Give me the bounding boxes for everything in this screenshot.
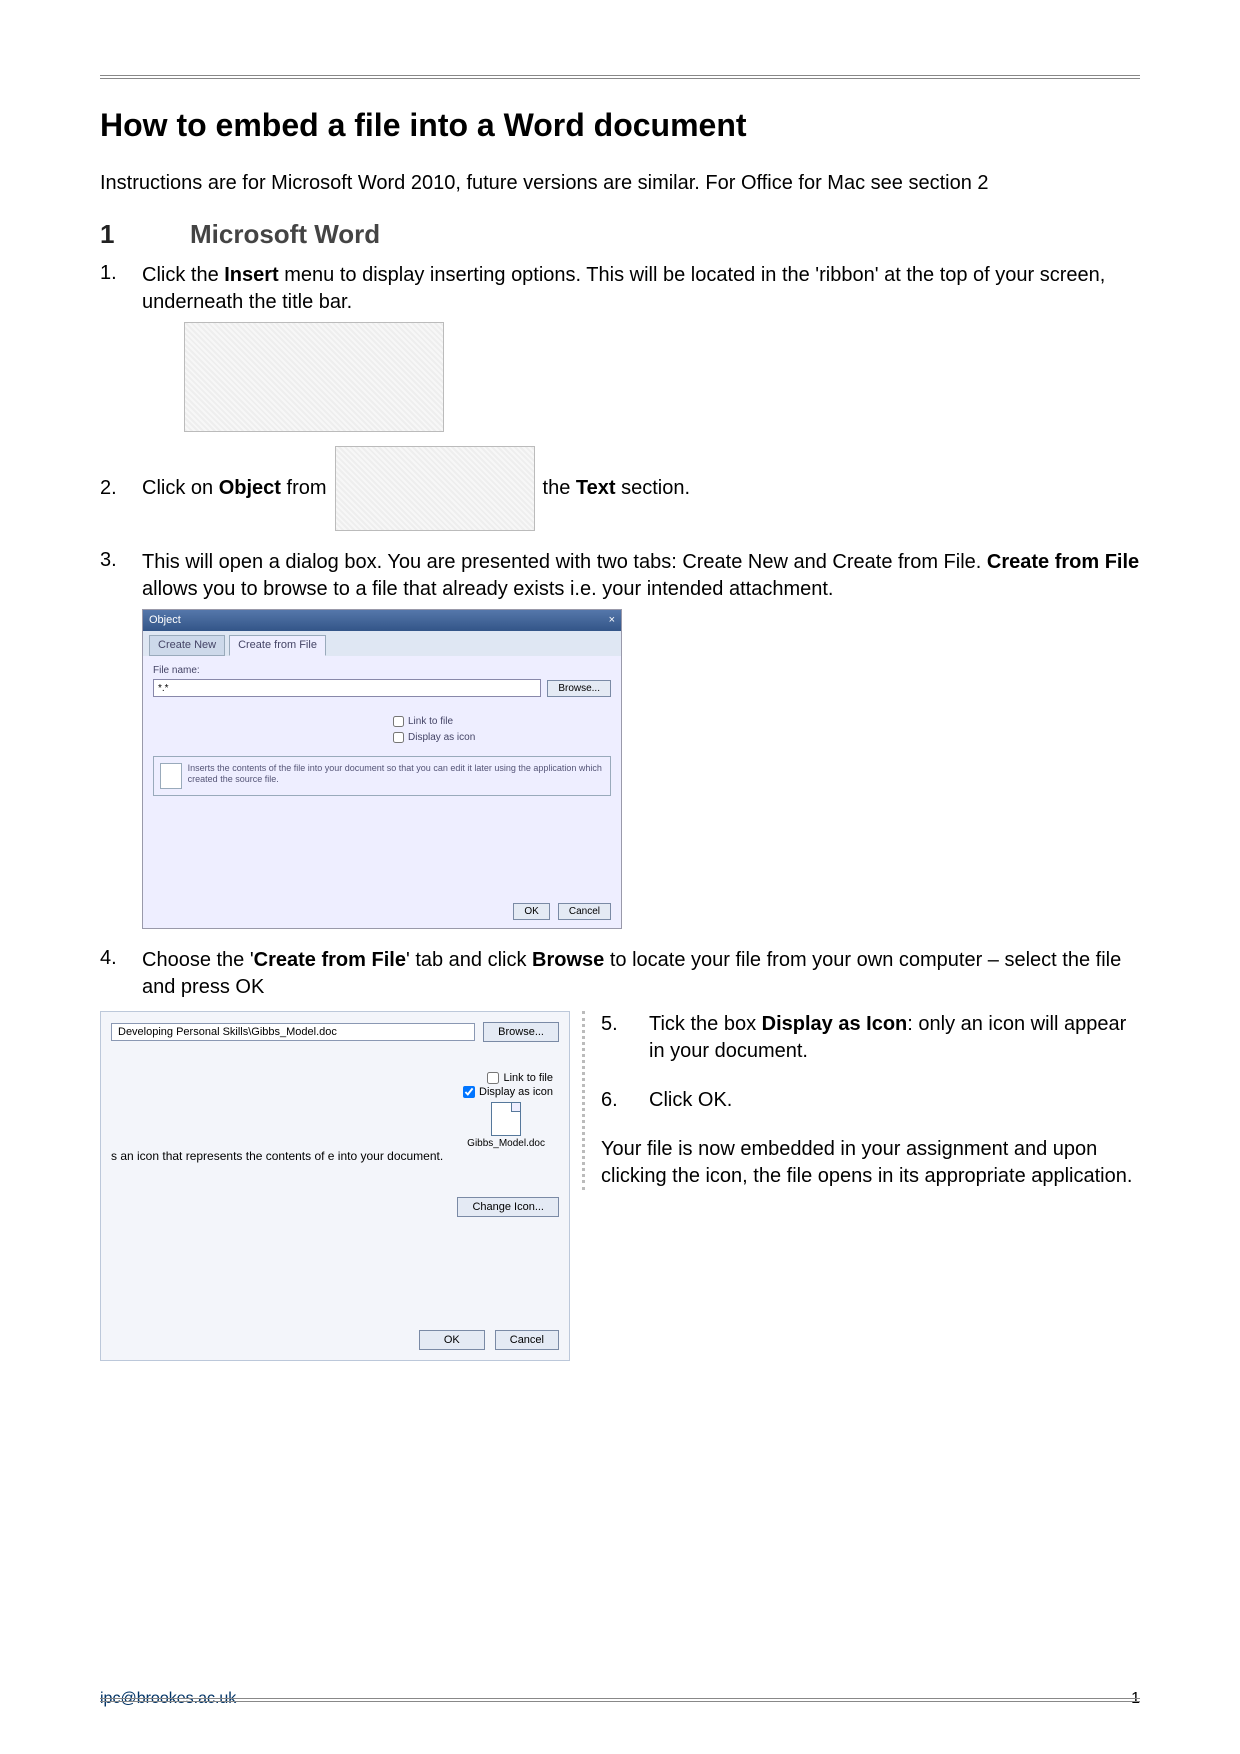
- step-4: 4. Choose the 'Create from File' tab and…: [100, 947, 1140, 1001]
- file-icon-preview: Gibbs_Model.doc: [467, 1102, 545, 1149]
- display-as-icon-checkbox[interactable]: Display as icon: [463, 1086, 553, 1098]
- step-text-tail: the Text section.: [543, 475, 690, 502]
- object-dialog-screenshot: Object × Create New Create from File Fil…: [142, 609, 622, 929]
- text-section-screenshot: [335, 446, 535, 531]
- browse-button[interactable]: Browse...: [547, 680, 611, 697]
- cancel-button[interactable]: Cancel: [558, 903, 611, 920]
- link-to-file-checkbox[interactable]: Link to file: [487, 1072, 553, 1084]
- ok-button[interactable]: OK: [419, 1330, 485, 1350]
- browse-button[interactable]: Browse...: [483, 1022, 559, 1042]
- tab-create-from-file[interactable]: Create from File: [229, 635, 326, 656]
- file-name-label: File name:: [153, 664, 611, 678]
- result-icon: [160, 763, 182, 789]
- display-as-icon-checkbox[interactable]: Display as icon: [393, 731, 611, 745]
- result-desc: s an icon that represents the contents o…: [111, 1149, 559, 1163]
- section-heading: 1 Microsoft Word: [100, 219, 1140, 250]
- step-text: Click on Object from: [142, 475, 327, 502]
- result-text: Inserts the contents of the file into yo…: [188, 763, 604, 785]
- link-to-file-checkbox[interactable]: Link to file: [393, 715, 611, 729]
- intro-text: Instructions are for Microsoft Word 2010…: [100, 170, 1140, 197]
- result-box: Inserts the contents of the file into yo…: [153, 756, 611, 796]
- ribbon-screenshot: [184, 322, 444, 432]
- step-text: Tick the box Display as Icon: only an ic…: [649, 1011, 1140, 1065]
- file-path-field[interactable]: Developing Personal Skills\Gibbs_Model.d…: [111, 1023, 475, 1041]
- step-number: 4.: [100, 947, 142, 970]
- step-number: 2.: [100, 477, 142, 500]
- step-text: Choose the 'Create from File' tab and cl…: [142, 949, 1121, 998]
- section-title: Microsoft Word: [190, 219, 380, 250]
- change-icon-button[interactable]: Change Icon...: [457, 1197, 559, 1217]
- dialog-titlebar: Object ×: [143, 610, 621, 631]
- step-5: 5. Tick the box Display as Icon: only an…: [601, 1011, 1140, 1065]
- close-icon[interactable]: ×: [609, 613, 615, 628]
- step-number: 6.: [601, 1087, 649, 1114]
- create-from-file-dialog-screenshot: Developing Personal Skills\Gibbs_Model.d…: [100, 1011, 570, 1361]
- page-title: How to embed a file into a Word document: [100, 107, 1140, 144]
- section-number: 1: [100, 219, 190, 250]
- doc-icon: [491, 1102, 521, 1136]
- closing-text: Your file is now embedded in your assign…: [601, 1136, 1140, 1190]
- file-icon-label: Gibbs_Model.doc: [467, 1138, 545, 1149]
- step-number: 3.: [100, 549, 142, 572]
- step-2: 2. Click on Object from the Text section…: [100, 446, 1140, 531]
- top-rule: [100, 75, 1140, 79]
- step-number: 1.: [100, 262, 142, 285]
- dialog-title: Object: [149, 613, 181, 628]
- step-6: 6. Click OK.: [601, 1087, 1140, 1114]
- step-text: Click OK.: [649, 1087, 732, 1114]
- step-1: 1. Click the Insert menu to display inse…: [100, 262, 1140, 432]
- file-name-input[interactable]: [153, 679, 541, 697]
- step-text: Click the Insert menu to display inserti…: [142, 264, 1105, 313]
- step-number: 5.: [601, 1011, 649, 1065]
- ok-button[interactable]: OK: [513, 903, 549, 920]
- step-text: This will open a dialog box. You are pre…: [142, 551, 1139, 600]
- cancel-button[interactable]: Cancel: [495, 1330, 559, 1350]
- page-footer: ipc@brookes.ac.uk 1: [100, 1690, 1140, 1708]
- step-3: 3. This will open a dialog box. You are …: [100, 549, 1140, 929]
- tab-create-new[interactable]: Create New: [149, 635, 225, 656]
